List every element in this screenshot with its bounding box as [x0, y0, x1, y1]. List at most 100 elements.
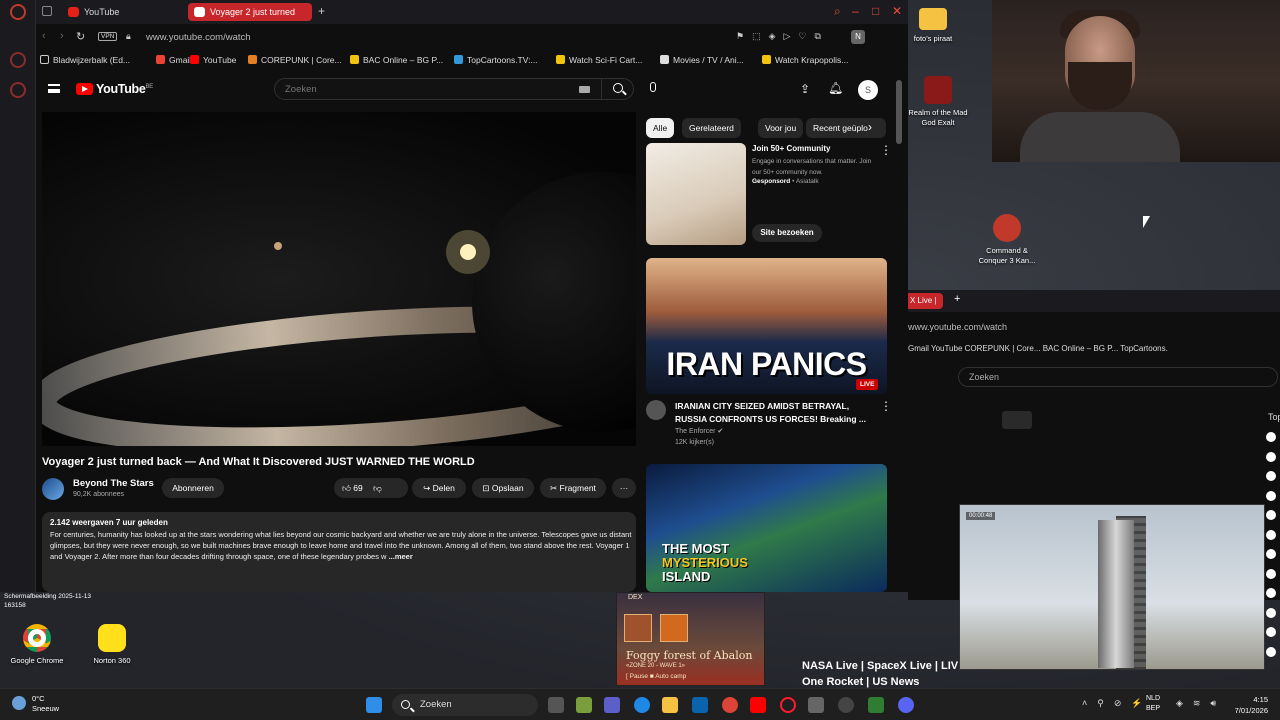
opera-icon[interactable] — [780, 697, 796, 713]
file-explorer-icon[interactable] — [662, 697, 678, 713]
teams-icon[interactable] — [604, 697, 620, 713]
desktop-icon-screenshot-label[interactable]: Schermafbeelding 2025-11-13 163158 — [4, 592, 94, 610]
video-player[interactable] — [42, 112, 636, 446]
url-field[interactable]: www.youtube.com/watch — [146, 32, 251, 43]
keyboard-icon[interactable] — [579, 86, 590, 93]
start-icon[interactable] — [366, 697, 382, 713]
clip-button[interactable]: ✂ Fragment — [540, 478, 606, 498]
rec1-channel-avatar[interactable] — [646, 400, 666, 420]
calculator-icon[interactable] — [576, 697, 592, 713]
background-browser-toolbar-buttons[interactable] — [1002, 411, 1032, 429]
address-toolbar-icons[interactable]: ⚑⬚◈▷♡⧉ — [736, 31, 829, 42]
channel-avatar[interactable] — [42, 478, 64, 500]
tab-voyager[interactable]: Voyager 2 just turned — [188, 3, 312, 21]
save-button[interactable]: ⊡ Opslaan — [472, 478, 534, 498]
vpn-badge[interactable]: VPN — [98, 32, 118, 41]
channel-name[interactable]: Beyond The Stars — [73, 478, 154, 489]
app-icon[interactable] — [808, 697, 824, 713]
background-browser-tab[interactable]: X Live | — [908, 293, 943, 309]
chip-recent[interactable]: Recent geüplo — [806, 118, 886, 138]
excel-icon[interactable] — [868, 697, 884, 713]
search-tabs-icon[interactable]: ⌕ — [834, 4, 841, 19]
desktop-icon-google-chrome[interactable]: Google Chrome — [6, 624, 68, 666]
language-indicator[interactable]: NLD BEP — [1146, 694, 1160, 714]
opera-logo-icon[interactable] — [10, 4, 26, 20]
youtube-app-icon[interactable] — [750, 697, 766, 713]
minimize-icon[interactable]: – — [852, 4, 859, 18]
outlook-icon[interactable] — [692, 697, 708, 713]
search-button[interactable] — [601, 79, 635, 99]
ad-thumbnail[interactable] — [646, 143, 746, 245]
bookmark-item[interactable]: BAC Online – BG P... — [350, 55, 443, 65]
rec1-more-icon[interactable] — [880, 399, 892, 413]
maximize-icon[interactable]: □ — [872, 4, 879, 18]
share-button[interactable]: ↪ Delen — [412, 478, 466, 498]
upload-icon[interactable]: ⇪ — [800, 82, 810, 96]
forward-icon[interactable]: › — [60, 30, 64, 42]
like-count[interactable]: 69 — [353, 483, 362, 493]
desktop-icon-foto-piraat[interactable]: foto's piraat — [912, 8, 954, 44]
bookmark-item[interactable]: Movies / TV / Ani... — [660, 55, 744, 65]
new-tab-icon[interactable]: + — [318, 4, 325, 18]
back-icon[interactable]: ‹ — [42, 30, 46, 42]
description-box[interactable]: 2.142 weergaven 7 uur geleden For centur… — [42, 512, 636, 592]
visit-site-button[interactable]: Site bezoeken — [752, 224, 822, 242]
bookmark-item[interactable]: TopCartoons.TV:... — [454, 55, 538, 65]
task-view-icon[interactable] — [548, 697, 564, 713]
clock[interactable]: 4:15 7/01/2026 — [1235, 694, 1268, 716]
chip-alle[interactable]: Alle — [646, 118, 675, 138]
rec1-title[interactable]: IRANIAN CITY SEIZED AMIDST BETRAYAL, RUS… — [675, 400, 875, 425]
bell-icon[interactable]: 🔔︎ — [828, 81, 843, 95]
ad-title[interactable]: Join 50+ Community — [752, 144, 830, 153]
bookmark-item[interactable]: COREPUNK | Core... — [248, 55, 342, 65]
desktop-icon-norton-360[interactable]: Norton 360 — [84, 624, 140, 666]
close-icon[interactable]: ✕ — [892, 4, 902, 18]
background-search-input[interactable]: Zoeken — [958, 367, 1278, 387]
youtube-logo[interactable]: YouTubeBE — [76, 82, 153, 96]
background-video-title[interactable]: NASA Live | SpaceX Live | LIV One Rocket… — [802, 658, 962, 690]
sidebar-messenger-icon[interactable] — [10, 52, 26, 68]
ad-more-icon[interactable] — [880, 143, 892, 157]
show-more-link[interactable]: ...meer — [389, 552, 413, 561]
game-pause-label: [ Pause ■ Auto camp — [626, 673, 687, 680]
background-browser-url[interactable]: www.youtube.com/watch — [908, 322, 1007, 332]
page-scrollbar[interactable] — [896, 80, 902, 144]
chip-voor-jou[interactable]: Voor jou — [758, 118, 804, 138]
chip-gerelateerd[interactable]: Gerelateerd — [682, 118, 741, 138]
tray-icons[interactable]: ˄⚲⊘⚡ — [1082, 698, 1153, 709]
bookmark-item[interactable]: YouTube — [190, 55, 236, 65]
sidebar-history-icon[interactable] — [10, 82, 26, 98]
menu-icon[interactable] — [48, 84, 60, 93]
discord-icon[interactable] — [898, 697, 914, 713]
desktop-icon-realm-of-the-mad-god[interactable]: Realm of the Mad God Exalt — [908, 76, 968, 128]
rec1-channel[interactable]: The Enforcer ✔ — [675, 427, 723, 435]
edge-icon[interactable] — [634, 697, 650, 713]
subscribe-button[interactable]: Abonneren — [162, 478, 224, 498]
like-icon[interactable]: 👍︎ — [342, 483, 351, 493]
search-input[interactable] — [285, 82, 565, 96]
background-side-icons — [1266, 432, 1278, 666]
dislike-icon[interactable]: 👎︎ — [373, 483, 382, 493]
tab-youtube[interactable]: YouTube — [62, 3, 172, 21]
new-tab-icon[interactable]: + — [954, 293, 960, 305]
lock-icon[interactable]: 🔒︎ — [126, 31, 131, 42]
profile-icon[interactable]: N — [851, 30, 865, 44]
steam-icon[interactable] — [838, 697, 854, 713]
desktop-icon-command-and-conquer[interactable]: Command & Conquer 3 Kan... — [976, 214, 1038, 266]
bookmark-item[interactable]: Watch Krapopolis... — [762, 55, 848, 65]
bookmark-item[interactable]: Watch Sci-Fi Cart... — [556, 55, 642, 65]
chevron-right-icon[interactable]: › — [868, 120, 872, 134]
taskbar-search[interactable]: Zoeken — [392, 694, 538, 716]
tab-menu-icon[interactable] — [42, 6, 52, 16]
background-browser-bookmarks[interactable]: Gmail YouTube COREPUNK | Core... BAC Onl… — [908, 344, 1168, 353]
reload-icon[interactable]: ↻ — [76, 30, 85, 43]
account-avatar[interactable]: S — [858, 80, 878, 100]
bookmark-item[interactable]: Gmail — [156, 55, 191, 65]
rec1-thumbnail-text: IRAN PANICS — [666, 346, 867, 382]
system-tray-icons[interactable]: ◈≋🔊︎ — [1176, 698, 1226, 709]
weather-widget[interactable]: 0°C Sneeuw — [12, 694, 59, 714]
chrome-icon[interactable] — [722, 697, 738, 713]
microphone-icon[interactable] — [650, 82, 656, 92]
bookmark-item[interactable]: Bladwijzerbalk (Ed... — [40, 55, 130, 65]
more-actions-button[interactable]: ··· — [612, 478, 636, 498]
